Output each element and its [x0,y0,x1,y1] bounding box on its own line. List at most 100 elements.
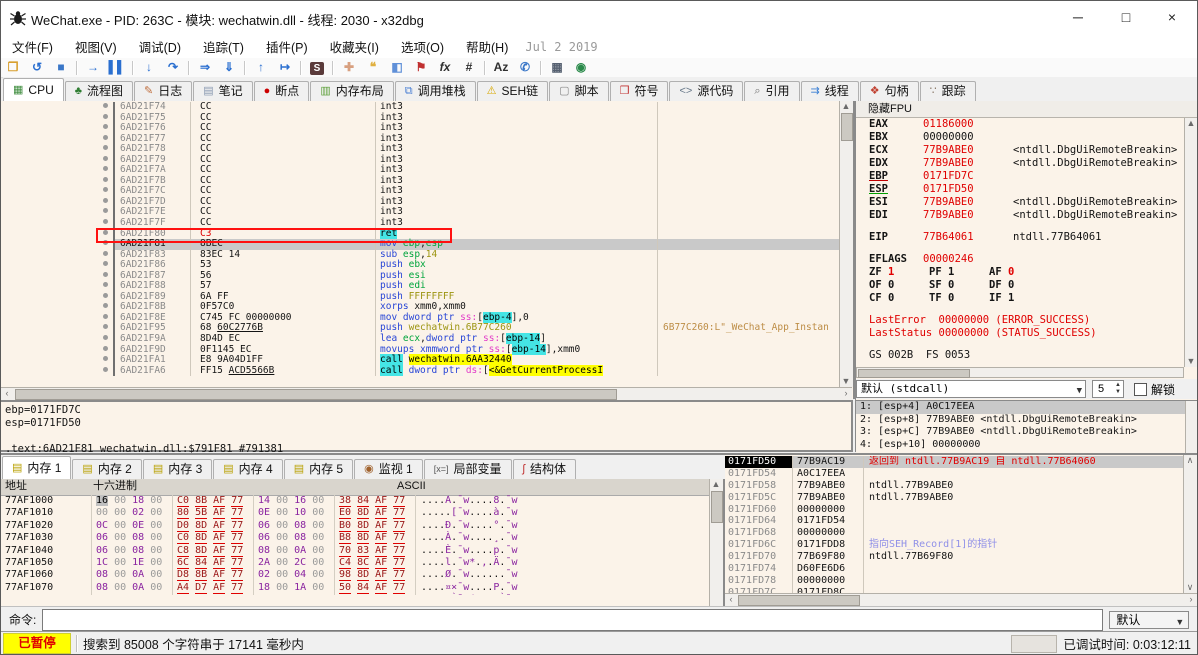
spin-down-icon[interactable]: ▼ [1115,389,1121,396]
breakpoint-dot[interactable] [97,323,113,334]
menu-item-4[interactable]: 追踪(T) [192,37,255,56]
disasm-row[interactable]: 6AD21F74CCint3 [1,102,839,113]
register-row[interactable]: GS 002B FS 0053 [856,349,1184,362]
tab-线程[interactable]: ⇉线程 [801,81,859,101]
dump-row[interactable]: 77AF10801C 00 1E 0070 D9 AF 7728 00 2A 0… [1,594,709,595]
stack-row[interactable]: 0171FD7800000000 [725,575,1183,587]
register-row[interactable]: EDX77B9ABE0<ntdll.DbgUiRemoteBreakin> [856,157,1184,170]
registers-horizontal-scrollbar[interactable] [856,367,1184,378]
register-row[interactable]: EDI77B9ABE0<ntdll.DbgUiRemoteBreakin> [856,209,1184,222]
register-row[interactable]: ZF 1PF 1AF 0 [856,266,1184,279]
breakpoint-dot[interactable] [97,334,113,345]
disassembly-panel[interactable]: 6AD21F74CCint36AD21F75CCint36AD21F76CCin… [1,101,855,399]
animate-over-icon[interactable]: ⇓ [217,59,241,76]
register-row[interactable]: ESP0171FD50 [856,183,1184,196]
register-row[interactable]: EIP77B64061ntdll.77B64061 [856,231,1184,244]
disasm-row[interactable]: 6AD21F80C3ret [1,229,839,240]
functions-icon[interactable]: fx [433,59,457,76]
tab-引用[interactable]: ⌕引用 [744,81,799,101]
run-icon[interactable]: → [81,59,105,76]
stack-row[interactable]: 0171FD54A0C17EEA [725,468,1183,480]
stack-row[interactable]: 0171FD6000000000 [725,504,1183,516]
dump-vertical-scrollbar[interactable]: ▲ ▼ [709,479,723,619]
dump-row[interactable]: 77AF100016 00 18 00C0 8B AF 7714 00 16 0… [1,495,709,507]
comments-icon[interactable]: ❝ [361,59,385,76]
breakpoint-dot[interactable] [97,123,113,134]
register-row[interactable]: ECX77B9ABE0<ntdll.DbgUiRemoteBreakin> [856,144,1184,157]
tab-CPU[interactable]: ▦CPU [3,78,64,101]
stack-row[interactable]: 0171FD6C0171FDD8指向SEH_Record[1]的指针 [725,539,1183,551]
breakpoint-dot[interactable] [97,281,113,292]
scylla-icon[interactable]: S [305,59,329,76]
disasm-vertical-scrollbar[interactable]: ▲ ▼ [839,101,853,387]
stack-argument-row[interactable]: 3: [esp+C] 77B9ABE0 <ntdll.DbgUiRemoteBr… [856,426,1198,439]
step-into-icon[interactable]: ↓ [137,59,161,76]
register-row[interactable]: EFLAGS00000246 [856,253,1184,266]
close-button[interactable]: × [1149,1,1195,35]
restart-icon[interactable]: ↺ [25,59,49,76]
spin-up-icon[interactable]: ▲ [1115,382,1121,389]
hide-fpu-button[interactable]: 隐藏FPU [856,101,1198,118]
stack-row[interactable]: 0171FD5877B9ABE0ntdll.77B9ABE0 [725,480,1183,492]
breakpoint-dot[interactable] [97,366,113,377]
stack-vertical-scrollbar[interactable]: ∧∨ [1183,455,1197,593]
stack-argument-row[interactable]: 1: [esp+4] A0C17EEA [856,401,1198,414]
breakpoint-dot[interactable] [97,345,113,356]
breakpoint-dot[interactable] [97,144,113,155]
breakpoint-dot[interactable] [97,197,113,208]
stack-argument-row[interactable]: 2: [esp+8] 77B9ABE0 <ntdll.DbgUiRemoteBr… [856,414,1198,427]
tab-流程图[interactable]: ♣流程图 [65,81,133,101]
animate-into-icon[interactable]: ⇒ [193,59,217,76]
tab-源代码[interactable]: <>源代码 [669,81,743,101]
step-over-icon[interactable]: ↷ [161,59,185,76]
dump-row[interactable]: 77AF106008 00 0A 00D8 8B AF 7702 00 04 0… [1,569,709,581]
dump-row[interactable]: 77AF103006 00 08 00C0 8D AF 7706 00 08 0… [1,532,709,544]
command-profile-dropdown[interactable]: 默认▼ [1109,611,1189,629]
execute-till-return-icon[interactable]: ↑ [249,59,273,76]
disasm-row[interactable]: 6AD21FA6FF15 ACD5566Bcall dword ptr ds:[… [1,366,839,377]
dump-row[interactable]: 77AF101000 00 02 0080 5B AF 770E 00 10 0… [1,507,709,519]
tab-结构体[interactable]: ʃ结构体 [513,459,576,479]
tab-局部变量[interactable]: [x=]局部变量 [424,459,512,479]
dump-row[interactable]: 77AF104006 00 08 00C8 8D AF 7708 00 0A 0… [1,545,709,557]
register-row[interactable]: CF 0TF 0IF 1 [856,292,1184,305]
stack-row[interactable]: 0171FD5077B9AC19返回到 ntdll.77B9AC19 自 ntd… [725,456,1183,468]
calling-convention-dropdown[interactable]: 默认 (stdcall)▼ [856,380,1086,398]
pause-icon[interactable]: ▌▌ [105,59,129,76]
stack-row[interactable]: 0171FD640171FD54 [725,515,1183,527]
menu-item-5[interactable]: 插件(P) [255,37,319,56]
register-row[interactable]: LastStatus 00000000 (STATUS_SUCCESS) [856,327,1184,340]
breakpoint-dot[interactable] [97,113,113,124]
breakpoint-dot[interactable] [97,250,113,261]
register-row[interactable]: LastError 00000000 (ERROR_SUCCESS) [856,314,1184,327]
hash-icon[interactable]: # [457,59,481,76]
tab-符号[interactable]: ❒符号 [610,81,669,101]
minimize-button[interactable]: ─ [1055,1,1101,35]
tab-日志[interactable]: ✎日志 [134,81,192,101]
tab-句柄[interactable]: ❖句柄 [860,81,919,101]
register-row[interactable]: ESI77B9ABE0<ntdll.DbgUiRemoteBreakin> [856,196,1184,209]
register-row[interactable]: EBP0171FD7C [856,170,1184,183]
breakpoint-dot[interactable] [97,355,113,366]
disasm-horizontal-scrollbar[interactable]: ‹ › [1,387,852,400]
command-input[interactable] [42,609,1103,631]
breakpoint-dot[interactable] [97,155,113,166]
breakpoint-dot[interactable] [97,134,113,145]
registers-panel[interactable]: 隐藏FPU EAX01186000EBX00000000ECX77B9ABE0<… [855,101,1198,452]
register-row[interactable]: EBX00000000 [856,131,1184,144]
menu-item-2[interactable]: 视图(V) [64,37,128,56]
register-row[interactable]: OF 0SF 0DF 0 [856,279,1184,292]
globe-icon[interactable]: ◉ [569,59,593,76]
stack-row[interactable]: 0171FD5C77B9ABE0ntdll.77B9ABE0 [725,492,1183,504]
calculator-icon[interactable]: ▦ [545,59,569,76]
stack-row[interactable]: 0171FD7077B69F80ntdll.77B69F80 [725,551,1183,563]
breakpoint-dot[interactable] [97,271,113,282]
stack-horizontal-scrollbar[interactable]: ‹ › [725,593,1197,607]
tab-断点[interactable]: ●断点 [254,81,310,101]
tab-监视-1[interactable]: ◉监视 1 [354,459,423,479]
stack-arguments-list[interactable]: 1: [esp+4] A0C17EEA2: [esp+8] 77B9ABE0 <… [856,400,1198,453]
tab-内存-5[interactable]: ▤内存 5 [284,459,353,479]
stack-row[interactable]: 0171FD74D60FE6D6 [725,563,1183,575]
args-vertical-scrollbar[interactable] [1185,401,1198,453]
breakpoint-dot[interactable] [97,292,113,303]
